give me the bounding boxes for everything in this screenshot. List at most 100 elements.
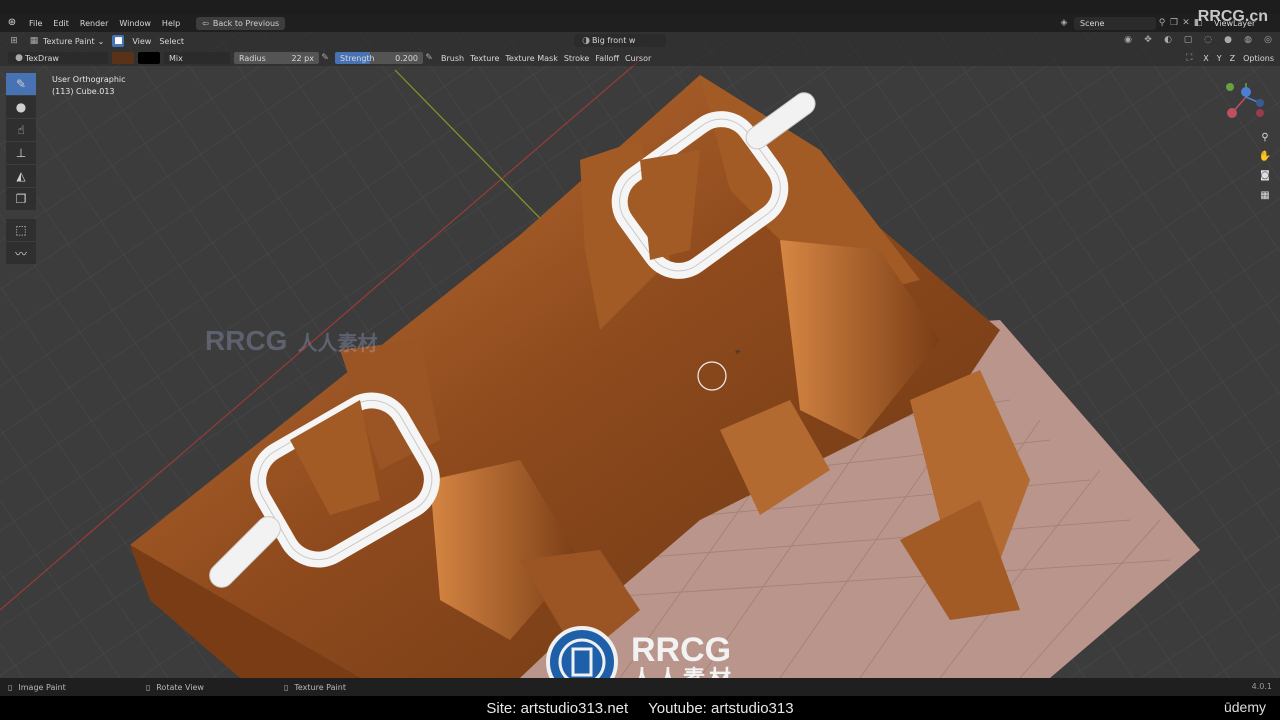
select-box-icon: ⬚ (15, 223, 27, 237)
radius-pressure-icon[interactable]: ✎ (319, 52, 331, 64)
axis-z-toggle[interactable]: Z (1230, 54, 1235, 63)
radius-slider[interactable]: Radius 22 px (234, 52, 319, 64)
video-caption: Site: artstudio313.net Youtube: artstudi… (0, 696, 1280, 720)
scene-field[interactable]: Scene (1074, 16, 1156, 30)
options-dropdown[interactable]: Options (1243, 54, 1274, 63)
overlay-icon[interactable]: ◐ (1162, 34, 1174, 46)
back-to-previous-label: Back to Previous (212, 18, 280, 28)
annotate-icon: 〰 (14, 246, 27, 261)
watermark-top: RRCG.cn (1197, 8, 1268, 25)
back-to-previous-button[interactable]: ⇦ Back to Previous (196, 16, 286, 30)
fill-bucket-icon: ◭ (16, 169, 26, 183)
select-box-tool[interactable]: ⬚ (6, 219, 36, 241)
annotate-tool[interactable]: 〰 (6, 242, 36, 264)
symmetry-icon[interactable]: ⛶ (1183, 52, 1195, 64)
camera-icon[interactable]: ◙ (1257, 168, 1273, 184)
visibility-icon[interactable]: ◉ (1122, 34, 1134, 46)
blender-logo-icon[interactable]: ⊛ (6, 17, 18, 29)
blend-mode-dropdown[interactable]: Mix (164, 52, 230, 64)
mouse-right-icon: ▯ (283, 682, 289, 692)
status-right-label: Texture Paint (294, 682, 346, 692)
menu-window[interactable]: Window (119, 19, 151, 28)
shading-wireframe-icon[interactable]: ◌ (1202, 34, 1214, 46)
tool-settings-right: ⛶ X Y Z Options (1183, 52, 1274, 64)
navigation-gizmo[interactable] (1220, 75, 1276, 125)
menu-render[interactable]: Render (80, 19, 108, 28)
watermark-faint-brand: RRCG (205, 325, 288, 356)
new-scene-icon[interactable]: ❐ (1168, 17, 1180, 29)
blend-mode-label: Mix (169, 53, 183, 63)
secondary-color-swatch[interactable] (138, 52, 160, 64)
menu-view[interactable]: View (132, 37, 151, 46)
strength-pressure-icon[interactable]: ✎ (423, 52, 435, 64)
falloff-dropdown[interactable]: Falloff (595, 54, 619, 63)
zoom-icon[interactable]: ⚲ (1257, 130, 1273, 146)
radius-value: 22 px (291, 53, 314, 63)
gizmo-toggle-icon[interactable]: ✥ (1142, 34, 1154, 46)
texture-mask-dropdown[interactable]: Texture Mask (505, 54, 557, 63)
mode-label: Texture Paint (43, 36, 95, 46)
canvas-toggle[interactable]: ■ (112, 35, 125, 47)
brush-selector[interactable]: ◑ Big front w (574, 34, 666, 47)
editor-type-button[interactable]: ⊞ (8, 35, 20, 47)
status-texture-paint: ▯ Texture Paint (284, 683, 346, 692)
xray-icon[interactable]: ▢ (1182, 34, 1194, 46)
brush-dropdown[interactable]: Brush (441, 54, 464, 63)
tool-settings-bar: ● TexDraw Mix Radius 22 px ✎ Strength 0.… (0, 50, 1280, 66)
cursor-dropdown[interactable]: Cursor (625, 54, 651, 63)
stroke-dropdown[interactable]: Stroke (564, 54, 590, 63)
mouse-middle-icon: ▯ (145, 682, 151, 692)
mouse-left-icon: ▯ (8, 682, 13, 692)
draw-brush-tool[interactable]: ✎ (6, 73, 36, 95)
clone-brush-tool[interactable]: ⊥ (6, 142, 36, 164)
brush-field[interactable]: ● TexDraw (8, 52, 108, 64)
caption-youtube: Youtube: artstudio313 (648, 699, 794, 717)
menu-select[interactable]: Select (159, 37, 184, 46)
menu-help[interactable]: Help (162, 19, 180, 28)
status-middle-label: Rotate View (156, 682, 204, 692)
soften-icon: ● (15, 100, 27, 114)
udemy-logo: ūdemy (1223, 699, 1266, 715)
version-label: 4.0.1 (1251, 682, 1272, 691)
axis-y-toggle[interactable]: Y (1217, 54, 1222, 63)
texture-paint-icon: ▦ (29, 36, 39, 46)
watermark-faint-cn: 人人素材 (297, 332, 378, 355)
back-arrow-icon: ⇦ (202, 18, 209, 28)
viewport-info: User Orthographic (113) Cube.013 (52, 74, 126, 98)
pan-hand-icon[interactable]: ✋ (1257, 149, 1273, 165)
mask-icon: ❐ (15, 192, 27, 206)
strength-slider[interactable]: Strength 0.200 (335, 52, 423, 64)
primary-color-swatch[interactable] (112, 52, 134, 64)
scene-icon[interactable]: ◈ (1058, 17, 1070, 29)
smear-brush-tool[interactable]: ☝ (6, 119, 36, 141)
caption-site: Site: artstudio313.net (486, 699, 629, 717)
clone-stamp-icon: ⊥ (15, 146, 27, 160)
menu-file[interactable]: File (29, 19, 42, 28)
editor-type-icon: ⊞ (10, 36, 18, 46)
tool-shelf: ✎ ● ☝ ⊥ ◭ ❐ ⬚ 〰 (6, 73, 38, 265)
delete-scene-icon[interactable]: ✕ (1180, 17, 1192, 29)
ortho-grid-icon[interactable]: ▦ (1257, 188, 1273, 204)
viewport-header-right: ◉ ✥ ◐ ▢ ◌ ● ◍ ◎ (1122, 34, 1274, 46)
soften-brush-tool[interactable]: ● (6, 96, 36, 118)
shading-solid-icon[interactable]: ● (1222, 34, 1234, 46)
3d-cursor-icon: ⌖ (735, 347, 741, 358)
radius-label: Radius (239, 53, 266, 63)
brush-name: Big front w (592, 36, 636, 45)
axis-x-toggle[interactable]: X (1203, 54, 1208, 63)
toolbar-divider (6, 211, 38, 219)
texture-dropdown[interactable]: Texture (470, 54, 499, 63)
menu-edit[interactable]: Edit (53, 19, 69, 28)
top-menubar: ⊛ File Edit Render Window Help ⇦ Back to… (0, 14, 1280, 32)
shading-material-icon[interactable]: ◍ (1242, 34, 1254, 46)
pin-icon[interactable]: ⚲ (1156, 17, 1168, 29)
draw-brush-icon: ✎ (15, 77, 27, 91)
status-image-paint: ▯ Image Paint (8, 683, 66, 692)
3d-viewport[interactable]: ⌖ (0, 32, 1280, 678)
shading-rendered-icon[interactable]: ◎ (1262, 34, 1274, 46)
brush-icon: ◑ (582, 35, 590, 46)
mask-brush-tool[interactable]: ❐ (6, 188, 36, 210)
fill-brush-tool[interactable]: ◭ (6, 165, 36, 187)
viewport-scene: ⌖ (0, 32, 1280, 678)
mode-selector[interactable]: ▦ Texture Paint ⌄ (28, 35, 105, 47)
